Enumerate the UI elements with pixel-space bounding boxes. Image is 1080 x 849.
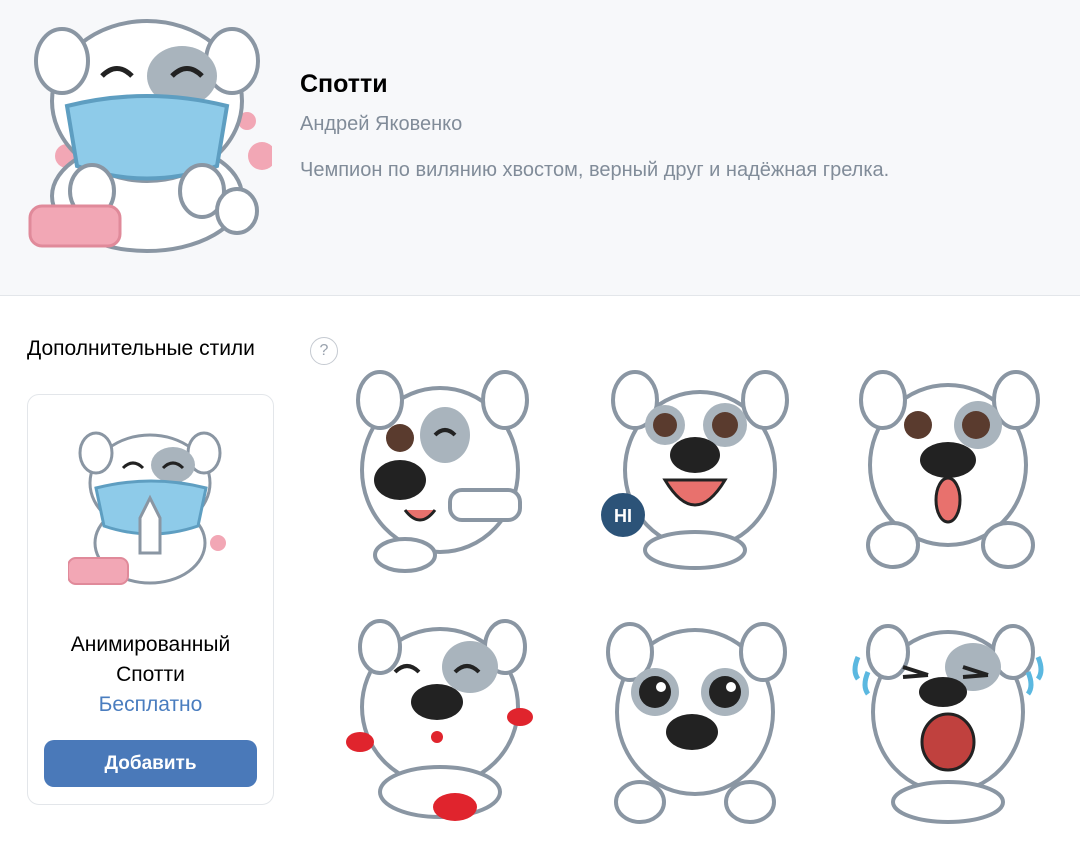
style-name-line1: Анимированный <box>70 633 231 656</box>
dog-crying-sticker-icon[interactable] <box>848 612 1048 827</box>
sticker-pack-header: Спотти Андрей Яковенко Чемпион по виляни… <box>0 0 1080 296</box>
pack-author[interactable]: Андрей Яковенко <box>300 113 462 136</box>
dog-hi-sticker-icon[interactable]: HI <box>595 360 795 575</box>
help-icon[interactable]: ? <box>310 337 338 365</box>
additional-styles-heading: Дополнительные стили <box>27 337 255 360</box>
dog-sad-eyes-sticker-icon[interactable] <box>595 612 795 827</box>
style-name-line2: Спотти <box>116 663 185 686</box>
style-price: Бесплатно <box>98 693 203 716</box>
dog-praying-sticker-icon <box>68 423 233 588</box>
dog-kisses-sticker-icon[interactable] <box>345 612 545 827</box>
hi-bubble-text: HI <box>614 506 632 526</box>
dog-mask-sticker-icon <box>22 6 272 256</box>
style-card[interactable]: Анимированный Спотти Бесплатно Добавить <box>27 394 274 805</box>
add-button[interactable]: Добавить <box>44 740 257 787</box>
pack-title: Спотти <box>300 70 388 98</box>
style-name: Анимированный Спотти <box>28 630 273 690</box>
dog-wink-pointing-sticker-icon[interactable] <box>345 360 545 575</box>
dog-tongue-sticker-icon[interactable] <box>848 360 1048 575</box>
pack-description: Чемпион по вилянию хвостом, верный друг … <box>300 159 890 181</box>
